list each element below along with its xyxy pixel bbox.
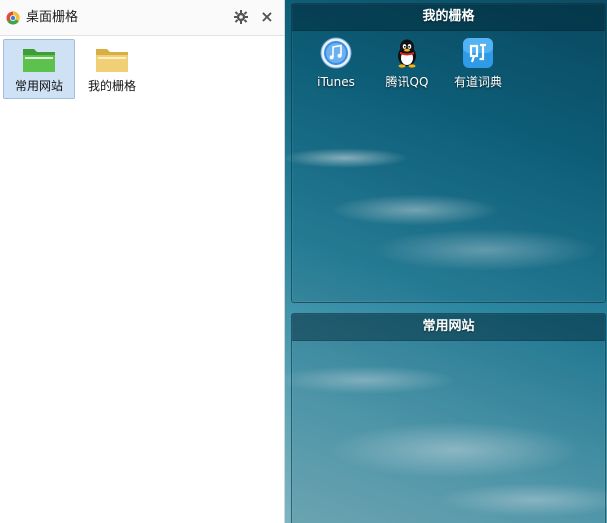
fence-title: 我的栅格 <box>422 9 475 24</box>
shortcut-label: 有道词典 <box>453 75 502 89</box>
root: 桌面栅格 × 常用网站 我的栅格 我的栅格 iTunes 腾讯QQ 有道词典 常… <box>0 0 607 523</box>
fence-title: 常用网站 <box>422 319 475 334</box>
gear-icon[interactable] <box>233 9 249 25</box>
shortcut-qq[interactable]: 腾讯QQ <box>371 37 443 95</box>
folder-item-common-sites[interactable]: 常用网站 <box>3 39 75 99</box>
shortcut-label: 腾讯QQ <box>385 75 429 89</box>
window-title: 桌面栅格 <box>26 10 79 25</box>
fence-manager-panel: 桌面栅格 × 常用网站 我的栅格 <box>0 0 285 523</box>
folder-item-my-fence[interactable]: 我的栅格 <box>76 39 148 99</box>
close-button[interactable]: × <box>259 8 275 26</box>
folder-label: 常用网站 <box>14 79 63 93</box>
desktop-wallpaper: 我的栅格 iTunes 腾讯QQ 有道词典 常用网站 <box>285 0 607 523</box>
youdao-dict-icon <box>463 38 493 68</box>
fence-common-sites[interactable]: 常用网站 <box>291 313 606 523</box>
folder-label: 我的栅格 <box>87 79 136 93</box>
fence-my-fence[interactable]: 我的栅格 iTunes 腾讯QQ 有道词典 <box>291 3 606 303</box>
yellow-folder-icon <box>96 49 128 72</box>
shortcut-youdao[interactable]: 有道词典 <box>442 37 514 95</box>
app-logo-icon <box>6 11 20 25</box>
fence-header[interactable]: 我的栅格 <box>292 4 605 31</box>
green-folder-icon <box>23 49 55 72</box>
fence-header[interactable]: 常用网站 <box>292 314 605 341</box>
itunes-icon <box>320 37 352 69</box>
qq-penguin-icon <box>398 39 416 68</box>
title-bar: 桌面栅格 × <box>0 0 284 36</box>
shortcut-itunes[interactable]: iTunes <box>300 37 372 95</box>
shortcut-label: iTunes <box>317 75 355 89</box>
